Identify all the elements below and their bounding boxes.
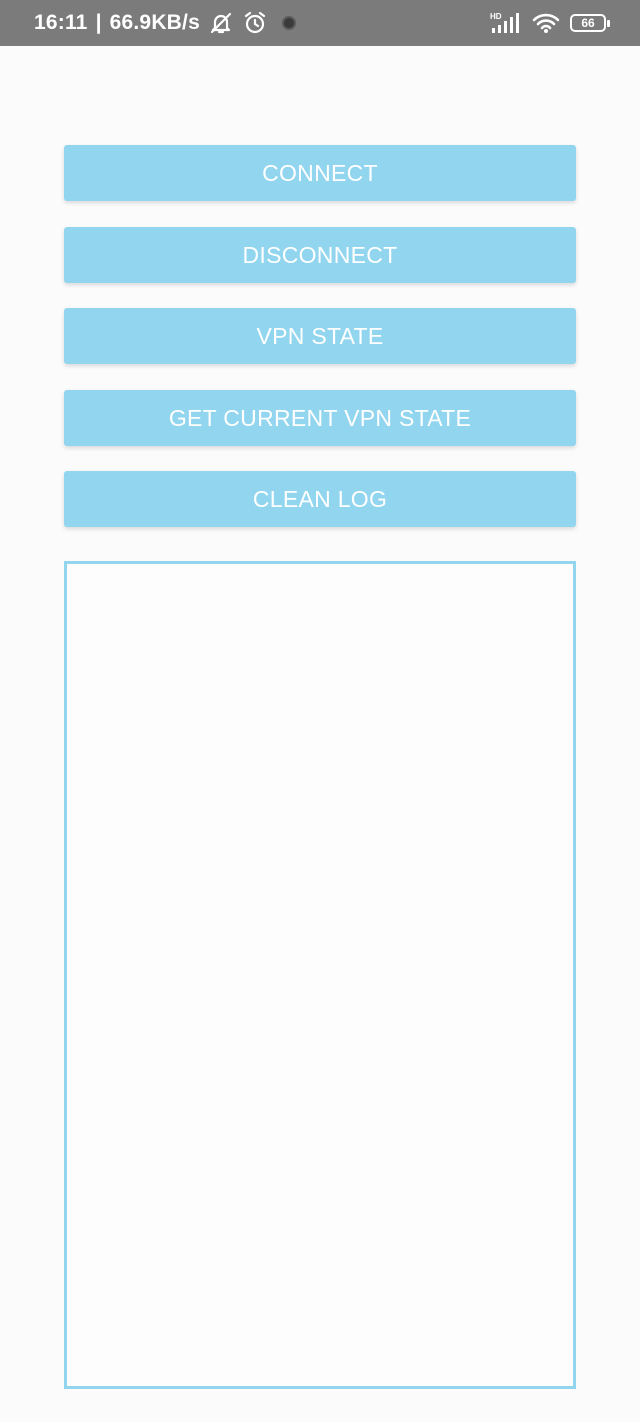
status-left: 16:11 | 66.9KB/s: [34, 10, 296, 36]
connect-button[interactable]: CONNECT: [64, 145, 576, 201]
status-separator: |: [95, 11, 102, 34]
bell-muted-icon: [208, 10, 234, 36]
network-speed: 66.9KB/s: [109, 11, 200, 34]
vpn-state-button[interactable]: VPN STATE: [64, 308, 576, 364]
wifi-icon: [532, 12, 560, 34]
disconnect-button[interactable]: DISCONNECT: [64, 227, 576, 283]
signal-icon: HD: [490, 11, 522, 35]
status-right: HD 66: [490, 11, 610, 35]
get-current-vpn-state-button[interactable]: GET CURRENT VPN STATE: [64, 390, 576, 446]
status-bar: 16:11 | 66.9KB/s HD 66: [0, 0, 640, 46]
alarm-icon: [242, 10, 268, 36]
status-time: 16:11: [34, 11, 88, 34]
battery-level: 66: [581, 16, 595, 30]
battery-icon: 66: [570, 14, 610, 32]
log-output-area[interactable]: [64, 561, 576, 1389]
camera-dot-icon: [281, 16, 296, 30]
signal-hd-label: HD: [490, 12, 502, 21]
clean-log-button[interactable]: CLEAN LOG: [64, 471, 576, 527]
